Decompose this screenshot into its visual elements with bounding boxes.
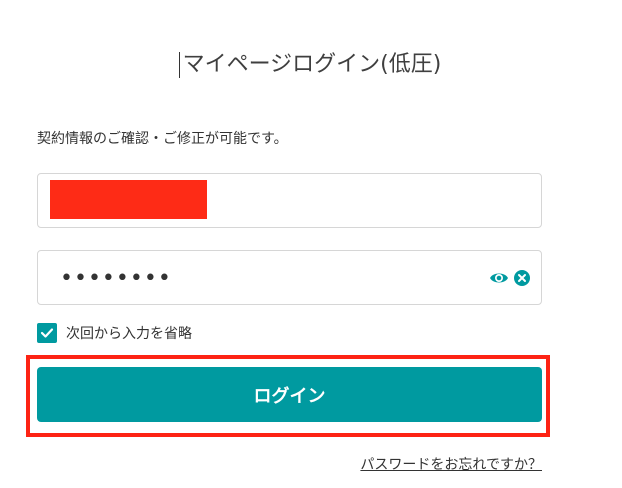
login-button[interactable]: ログイン (37, 367, 542, 422)
redacted-user-id (50, 180, 207, 219)
page-title-row: マイページログイン(低圧) (0, 50, 622, 80)
user-id-field[interactable] (37, 173, 542, 228)
clear-icon[interactable] (513, 269, 531, 287)
page-title: マイページログイン(低圧) (182, 52, 442, 77)
remember-checkbox[interactable] (37, 323, 57, 343)
checkmark-icon (40, 328, 54, 338)
password-field[interactable]: •••••••• (37, 250, 542, 305)
page-description: 契約情報のご確認・ご修正が可能です。 (37, 131, 288, 147)
remember-login-row[interactable]: 次回から入力を省略 (37, 323, 192, 343)
text-caret (178, 52, 180, 78)
password-value: •••••••• (60, 266, 172, 291)
remember-label: 次回から入力を省略 (66, 326, 192, 342)
eye-icon[interactable] (489, 269, 509, 287)
password-actions (489, 269, 531, 287)
page-title-wrapper: マイページログイン(低圧) (178, 50, 442, 80)
forgot-password-link[interactable]: パスワードをお忘れですか？ (360, 454, 542, 474)
